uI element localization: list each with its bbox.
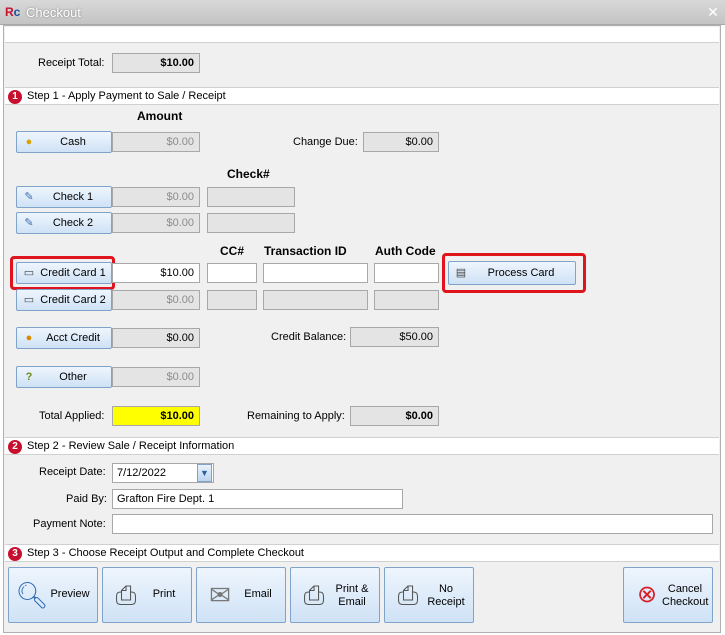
credit-card2-button[interactable]: ▭ Credit Card 2 bbox=[16, 289, 112, 311]
process-card-button[interactable]: ▤ Process Card bbox=[448, 261, 576, 285]
credit-card1-button[interactable]: ▭ Credit Card 1 bbox=[16, 262, 112, 284]
check-icon: ✎ bbox=[24, 191, 34, 203]
change-due-field: $0.00 bbox=[363, 132, 439, 152]
payment-note-label: Payment Note: bbox=[33, 518, 106, 530]
credit-card1-cc-field[interactable] bbox=[207, 263, 257, 283]
preview-button[interactable]: 🔍︎ Preview bbox=[8, 567, 98, 623]
check2-number-field[interactable] bbox=[207, 213, 295, 233]
acct-credit-amount-field[interactable]: $0.00 bbox=[112, 328, 200, 348]
check1-amount-field[interactable]: $0.00 bbox=[112, 187, 200, 207]
paid-by-field[interactable]: Grafton Fire Dept. 1 bbox=[112, 489, 403, 509]
cash-amount-field[interactable]: $0.00 bbox=[112, 132, 200, 152]
credit-card2-transaction-field[interactable] bbox=[263, 290, 368, 310]
print-button[interactable]: ⎙ Print bbox=[102, 567, 192, 623]
cc-number-header: CC# bbox=[220, 244, 245, 258]
step1-badge: 1 bbox=[8, 90, 22, 104]
toolbar-strip bbox=[5, 27, 719, 43]
window-title: Checkout bbox=[26, 5, 81, 20]
credit-card2-cc-field[interactable] bbox=[207, 290, 257, 310]
step2-header: 2 Step 2 - Review Sale / Receipt Informa… bbox=[5, 437, 719, 455]
step3-badge: 3 bbox=[8, 547, 22, 561]
step2-title: Step 2 - Review Sale / Receipt Informati… bbox=[27, 440, 235, 452]
credit-card1-transaction-field[interactable] bbox=[263, 263, 368, 283]
print-email-button[interactable]: ⎙ Print & Email bbox=[290, 567, 380, 623]
payment-note-field[interactable] bbox=[112, 514, 713, 534]
check1-number-field[interactable] bbox=[207, 187, 295, 207]
account-credit-icon: ● bbox=[25, 332, 33, 344]
cancel-checkout-button[interactable]: ⊗ Cancel Checkout bbox=[623, 567, 713, 623]
close-icon[interactable]: ✕ bbox=[705, 4, 721, 20]
cancel-icon: ⊗ bbox=[636, 581, 658, 608]
amount-header: Amount bbox=[137, 109, 183, 123]
coins-icon: ● bbox=[25, 136, 33, 148]
credit-card-icon: ▭ bbox=[23, 267, 35, 279]
total-applied-field: $10.00 bbox=[112, 406, 200, 426]
credit-card2-amount-field[interactable]: $0.00 bbox=[112, 290, 200, 310]
receipt-total-field: $10.00 bbox=[112, 53, 200, 73]
step1-header: 1 Step 1 - Apply Payment to Sale / Recei… bbox=[5, 87, 719, 105]
question-icon: ? bbox=[25, 371, 33, 383]
check2-button[interactable]: ✎ Check 2 bbox=[16, 212, 112, 234]
change-due-label: Change Due: bbox=[293, 136, 358, 148]
remaining-field: $0.00 bbox=[350, 406, 439, 426]
step3-title: Step 3 - Choose Receipt Output and Compl… bbox=[27, 547, 304, 559]
check2-amount-field[interactable]: $0.00 bbox=[112, 213, 200, 233]
check1-button[interactable]: ✎ Check 1 bbox=[16, 186, 112, 208]
magnifier-icon: 🔍︎ bbox=[15, 580, 49, 610]
check-number-header: Check# bbox=[227, 167, 270, 181]
auth-code-header: Auth Code bbox=[375, 244, 436, 258]
printer-globe-icon: ⎙ bbox=[303, 580, 325, 610]
credit-balance-label: Credit Balance: bbox=[271, 331, 347, 343]
other-amount-field[interactable]: $0.00 bbox=[112, 367, 200, 387]
credit-card-icon: ▭ bbox=[23, 294, 35, 306]
check-icon: ✎ bbox=[24, 217, 34, 229]
printer-icon: ⎙ bbox=[115, 580, 137, 610]
other-button[interactable]: ? Other bbox=[16, 366, 112, 388]
email-button[interactable]: ✉ Email bbox=[196, 567, 286, 623]
app-logo-icon: Rc bbox=[5, 5, 21, 19]
step2-badge: 2 bbox=[8, 440, 22, 454]
envelope-icon: ✉ bbox=[209, 580, 231, 610]
no-receipt-button[interactable]: ⎙ No Receipt bbox=[384, 567, 474, 623]
credit-card1-auth-field[interactable] bbox=[374, 263, 439, 283]
remaining-label: Remaining to Apply: bbox=[247, 410, 345, 422]
credit-card2-auth-field[interactable] bbox=[374, 290, 439, 310]
credit-balance-field: $50.00 bbox=[350, 327, 439, 347]
card-reader-icon: ▤ bbox=[455, 267, 467, 279]
paid-by-label: Paid By: bbox=[66, 493, 107, 505]
cash-button[interactable]: ● Cash bbox=[16, 131, 112, 153]
credit-card1-amount-field[interactable]: $10.00 bbox=[112, 263, 200, 283]
printer-cancel-icon: ⎙ bbox=[397, 580, 419, 610]
title-bar: Rc Checkout ✕ bbox=[0, 0, 725, 25]
total-applied-label: Total Applied: bbox=[39, 410, 105, 422]
acct-credit-button[interactable]: ● Acct Credit bbox=[16, 327, 112, 349]
transaction-id-header: Transaction ID bbox=[264, 244, 347, 258]
step3-header: 3 Step 3 - Choose Receipt Output and Com… bbox=[5, 544, 719, 562]
step1-title: Step 1 - Apply Payment to Sale / Receipt bbox=[27, 90, 226, 102]
chevron-down-icon[interactable]: ▼ bbox=[197, 464, 212, 482]
receipt-date-label: Receipt Date: bbox=[39, 466, 106, 478]
receipt-total-label: Receipt Total: bbox=[38, 57, 105, 69]
